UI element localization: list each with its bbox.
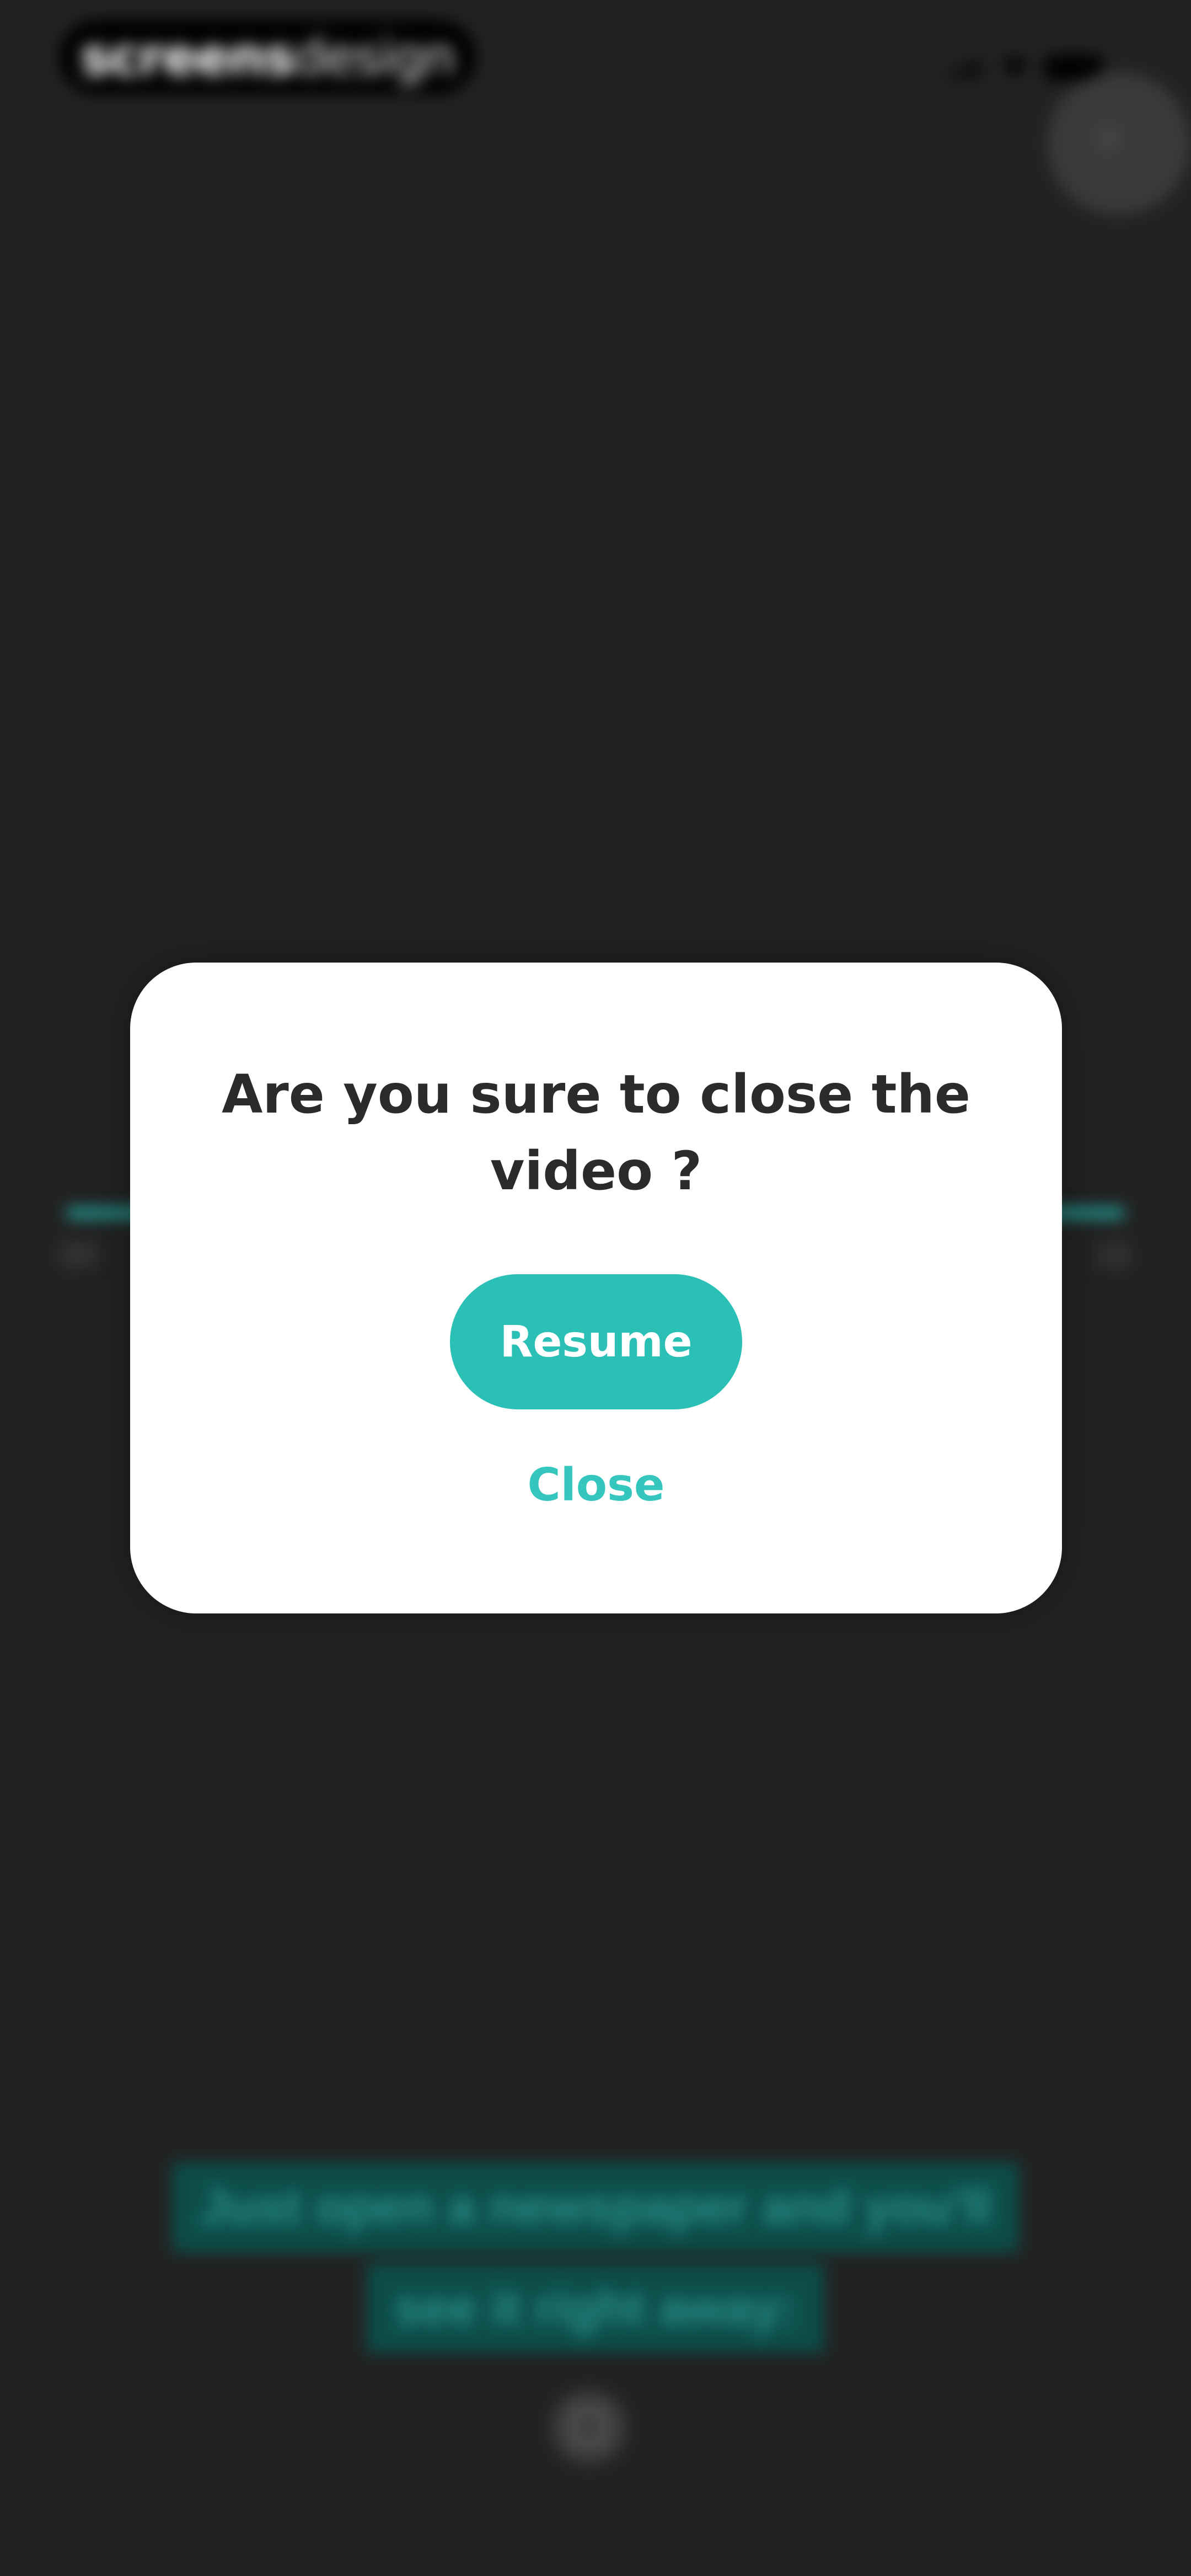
elapsed-time: 00	[61, 1236, 98, 1273]
brand-logo-bold: screens	[81, 27, 294, 87]
brand-logo-light: design	[293, 27, 456, 87]
video-player-screen: screensdesign × 00 15 Just open a newspa…	[0, 0, 1191, 2576]
close-button[interactable]: Close	[130, 1459, 1062, 1511]
subtitle-caption: Just open a newspaper and you'll see it …	[0, 2162, 1191, 2364]
close-video-dialog: Are you sure to close the video ? Resume…	[130, 963, 1062, 1613]
translate-button[interactable]	[550, 2388, 627, 2466]
remaining-time: 15	[1093, 1236, 1130, 1273]
wifi-icon	[1002, 58, 1028, 77]
subtitle-line-1: Just open a newspaper and you'll	[171, 2162, 1020, 2252]
close-video-button[interactable]: ×	[1047, 72, 1190, 215]
resume-button[interactable]: Resume	[450, 1274, 742, 1409]
close-icon: ×	[1094, 111, 1123, 166]
dialog-title: Are you sure to close the video ?	[222, 1063, 970, 1203]
cellular-signal-icon	[948, 59, 980, 78]
subtitle-line-2: see it right away:	[366, 2263, 825, 2353]
translate-icon	[571, 2409, 607, 2445]
brand-logo: screensdesign	[60, 20, 476, 94]
